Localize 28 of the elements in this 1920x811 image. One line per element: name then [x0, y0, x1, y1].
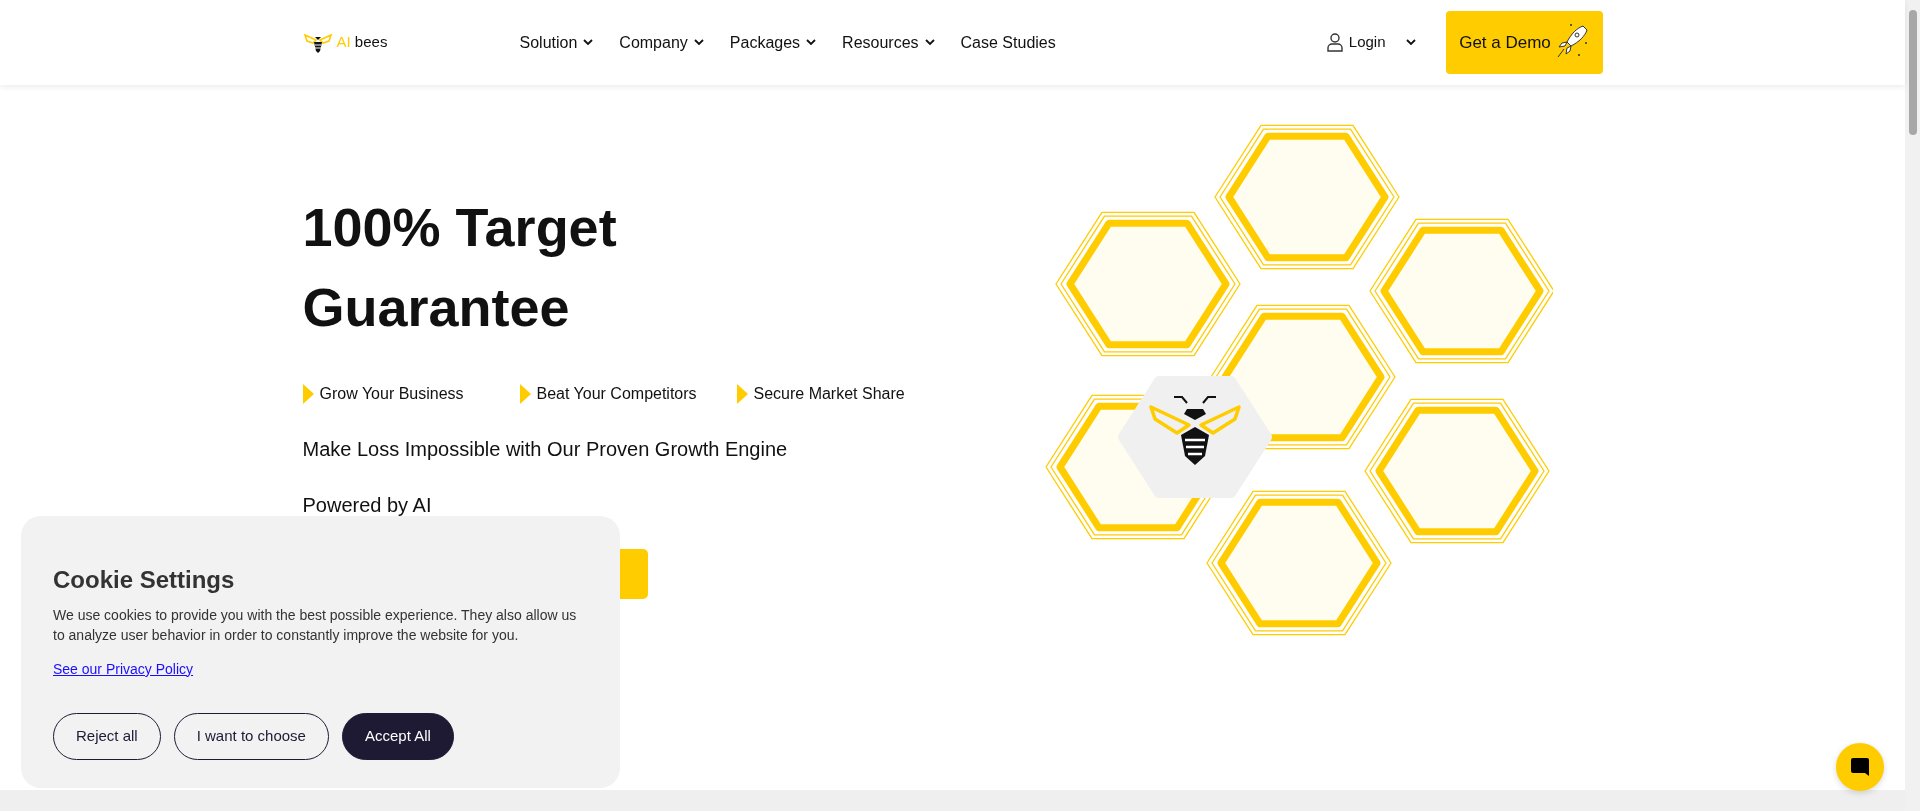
privacy-policy-link[interactable]: See our Privacy Policy: [53, 660, 194, 677]
nav-link[interactable]: Solution: [519, 30, 594, 55]
logo-link[interactable]: AI bees: [302, 30, 520, 55]
hero-subline: Powered by AI: [302, 493, 433, 518]
user-icon: [1326, 33, 1343, 52]
nav-link[interactable]: Case Studies: [960, 30, 1056, 55]
cookie-title: Cookie Settings: [53, 566, 236, 595]
nav-link[interactable]: Resources: [842, 30, 935, 55]
hero-title-line: Guarantee: [302, 276, 571, 339]
nav-link[interactable]: Packages: [729, 30, 817, 55]
triangle-bullet-icon: [736, 384, 748, 404]
logo-text: AI bees: [336, 32, 388, 53]
hero-tagline: Make Loss Impossible with Our Proven Growth Engine: [302, 437, 789, 462]
bullet-text: Grow Your Business: [319, 384, 464, 404]
chat-bubble-icon: [1850, 757, 1870, 777]
cookie-button[interactable]: Accept All: [341, 712, 454, 760]
bullet-text: Beat Your Competitors: [536, 384, 697, 404]
get-demo-button[interactable]: Get a Demo: [1445, 11, 1603, 74]
scrollbar-thumb[interactable]: [1908, 10, 1917, 135]
chat-button[interactable]: [1836, 743, 1884, 791]
login-link[interactable]: Login: [1326, 31, 1416, 54]
cookie-text: We use cookies to provide you with the best possible experience. They also allow us to analyze user behavior in order to constantly improve the website for you.: [53, 605, 578, 645]
triangle-bullet-icon: [519, 384, 531, 404]
bullet-text: Secure Market Share: [753, 384, 905, 404]
hero-title-line: 100% Target: [302, 196, 618, 259]
triangle-bullet-icon: [302, 384, 314, 404]
scrollbar[interactable]: [1905, 0, 1920, 811]
nav-link[interactable]: Company: [619, 30, 704, 55]
